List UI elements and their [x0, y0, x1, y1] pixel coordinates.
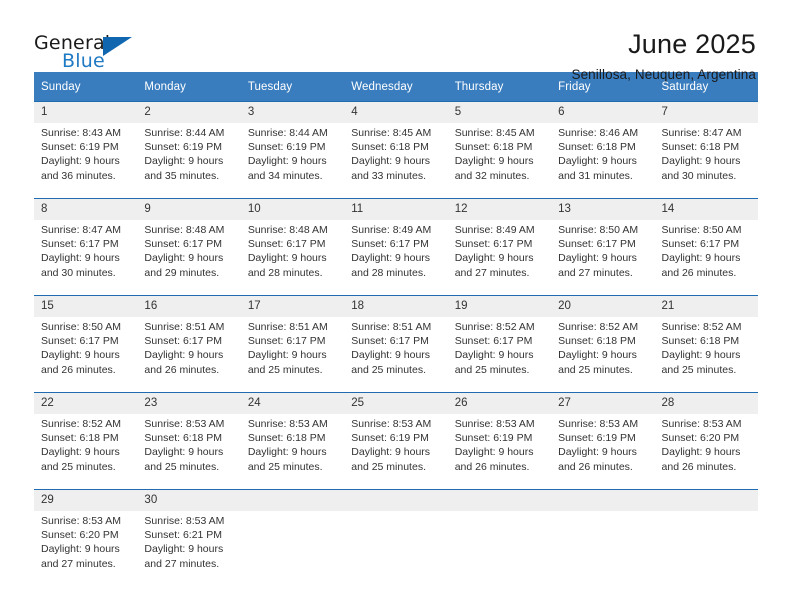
day-info: Sunrise: 8:46 AM Sunset: 6:18 PM Dayligh… [551, 123, 655, 199]
day-number[interactable]: 9 [137, 198, 241, 220]
day-info: Sunrise: 8:53 AM Sunset: 6:18 PM Dayligh… [137, 414, 241, 490]
day-info: Sunrise: 8:48 AM Sunset: 6:17 PM Dayligh… [240, 220, 345, 296]
day-info-empty [447, 511, 552, 586]
day-info: Sunrise: 8:53 AM Sunset: 6:19 PM Dayligh… [344, 414, 448, 490]
logo-text-blue: Blue [62, 50, 105, 72]
day-number[interactable]: 16 [137, 295, 241, 317]
day-info-empty [654, 511, 758, 586]
day-info: Sunrise: 8:49 AM Sunset: 6:17 PM Dayligh… [344, 220, 448, 296]
day-info: Sunrise: 8:47 AM Sunset: 6:18 PM Dayligh… [654, 123, 758, 199]
day-info: Sunrise: 8:53 AM Sunset: 6:20 PM Dayligh… [34, 511, 138, 586]
day-number[interactable]: 17 [240, 295, 345, 317]
weekday-header-wednesday: Wednesday [344, 72, 448, 102]
day-number-empty [551, 489, 655, 511]
day-number[interactable]: 29 [34, 489, 138, 511]
day-number-empty [240, 489, 345, 511]
day-number[interactable]: 5 [447, 101, 552, 123]
day-number[interactable]: 8 [34, 198, 138, 220]
day-number[interactable]: 14 [654, 198, 758, 220]
week-info-row: Sunrise: 8:53 AM Sunset: 6:20 PM Dayligh… [34, 511, 758, 586]
day-info: Sunrise: 8:53 AM Sunset: 6:21 PM Dayligh… [137, 511, 241, 586]
day-number[interactable]: 15 [34, 295, 138, 317]
day-info: Sunrise: 8:48 AM Sunset: 6:17 PM Dayligh… [137, 220, 241, 296]
week-daynumber-row: 15 16 17 18 19 20 21 [34, 295, 758, 317]
week-info-row: Sunrise: 8:52 AM Sunset: 6:18 PM Dayligh… [34, 414, 758, 490]
day-number[interactable]: 20 [551, 295, 655, 317]
day-info: Sunrise: 8:51 AM Sunset: 6:17 PM Dayligh… [137, 317, 241, 393]
day-number[interactable]: 22 [34, 392, 138, 414]
day-number[interactable]: 30 [137, 489, 241, 511]
day-number[interactable]: 1 [34, 101, 138, 123]
week-info-row: Sunrise: 8:43 AM Sunset: 6:19 PM Dayligh… [34, 123, 758, 199]
week-daynumber-row: 29 30 [34, 489, 758, 511]
day-info: Sunrise: 8:49 AM Sunset: 6:17 PM Dayligh… [447, 220, 552, 296]
day-info: Sunrise: 8:50 AM Sunset: 6:17 PM Dayligh… [551, 220, 655, 296]
day-number[interactable]: 10 [240, 198, 345, 220]
day-number[interactable]: 24 [240, 392, 345, 414]
week-daynumber-row: 1 2 3 4 5 6 7 [34, 101, 758, 123]
week-info-row: Sunrise: 8:47 AM Sunset: 6:17 PM Dayligh… [34, 220, 758, 296]
day-info: Sunrise: 8:53 AM Sunset: 6:20 PM Dayligh… [654, 414, 758, 490]
weekday-header-tuesday: Tuesday [240, 72, 345, 102]
sunrise-sunset-calendar: Sunday Monday Tuesday Wednesday Thursday… [34, 72, 758, 586]
day-number[interactable]: 21 [654, 295, 758, 317]
day-number-empty [344, 489, 448, 511]
day-number[interactable]: 11 [344, 198, 448, 220]
day-number[interactable]: 13 [551, 198, 655, 220]
week-daynumber-row: 8 9 10 11 12 13 14 [34, 198, 758, 220]
day-number[interactable]: 2 [137, 101, 241, 123]
day-number[interactable]: 3 [240, 101, 345, 123]
day-info: Sunrise: 8:50 AM Sunset: 6:17 PM Dayligh… [34, 317, 138, 393]
day-info: Sunrise: 8:51 AM Sunset: 6:17 PM Dayligh… [240, 317, 345, 393]
day-number[interactable]: 18 [344, 295, 448, 317]
day-number[interactable]: 6 [551, 101, 655, 123]
page-header: General Blue June 2025 Senillosa, Neuque… [34, 0, 758, 83]
day-number[interactable]: 19 [447, 295, 552, 317]
day-info: Sunrise: 8:44 AM Sunset: 6:19 PM Dayligh… [240, 123, 345, 199]
general-blue-logo: General Blue [34, 30, 154, 78]
day-number[interactable]: 28 [654, 392, 758, 414]
day-number[interactable]: 7 [654, 101, 758, 123]
day-info: Sunrise: 8:52 AM Sunset: 6:18 PM Dayligh… [551, 317, 655, 393]
day-info-empty [344, 511, 448, 586]
day-info: Sunrise: 8:51 AM Sunset: 6:17 PM Dayligh… [344, 317, 448, 393]
day-info: Sunrise: 8:53 AM Sunset: 6:19 PM Dayligh… [551, 414, 655, 490]
day-number[interactable]: 27 [551, 392, 655, 414]
day-info: Sunrise: 8:43 AM Sunset: 6:19 PM Dayligh… [34, 123, 138, 199]
day-info: Sunrise: 8:52 AM Sunset: 6:18 PM Dayligh… [34, 414, 138, 490]
day-number[interactable]: 26 [447, 392, 552, 414]
calendar-page: General Blue June 2025 Senillosa, Neuque… [0, 0, 792, 612]
day-number[interactable]: 4 [344, 101, 448, 123]
calendar-body: 1 2 3 4 5 6 7 Sunrise: 8:43 AM Sunset: 6… [34, 101, 758, 586]
day-number[interactable]: 23 [137, 392, 241, 414]
day-info-empty [240, 511, 345, 586]
day-info: Sunrise: 8:44 AM Sunset: 6:19 PM Dayligh… [137, 123, 241, 199]
day-info: Sunrise: 8:45 AM Sunset: 6:18 PM Dayligh… [344, 123, 448, 199]
day-number[interactable]: 25 [344, 392, 448, 414]
day-info: Sunrise: 8:47 AM Sunset: 6:17 PM Dayligh… [34, 220, 138, 296]
day-info: Sunrise: 8:50 AM Sunset: 6:17 PM Dayligh… [654, 220, 758, 296]
day-info-empty [551, 511, 655, 586]
day-info: Sunrise: 8:53 AM Sunset: 6:19 PM Dayligh… [447, 414, 552, 490]
weekday-header-thursday: Thursday [447, 72, 552, 102]
day-number-empty [447, 489, 552, 511]
day-number-empty [654, 489, 758, 511]
page-title: June 2025 [628, 29, 756, 59]
day-info: Sunrise: 8:45 AM Sunset: 6:18 PM Dayligh… [447, 123, 552, 199]
day-number[interactable]: 12 [447, 198, 552, 220]
day-info: Sunrise: 8:52 AM Sunset: 6:17 PM Dayligh… [447, 317, 552, 393]
week-daynumber-row: 22 23 24 25 26 27 28 [34, 392, 758, 414]
title-block: June 2025 Senillosa, Neuquen, Argentina [571, 29, 758, 83]
week-info-row: Sunrise: 8:50 AM Sunset: 6:17 PM Dayligh… [34, 317, 758, 393]
day-info: Sunrise: 8:52 AM Sunset: 6:18 PM Dayligh… [654, 317, 758, 393]
logo-triangle-icon [103, 37, 132, 56]
day-info: Sunrise: 8:53 AM Sunset: 6:18 PM Dayligh… [240, 414, 345, 490]
